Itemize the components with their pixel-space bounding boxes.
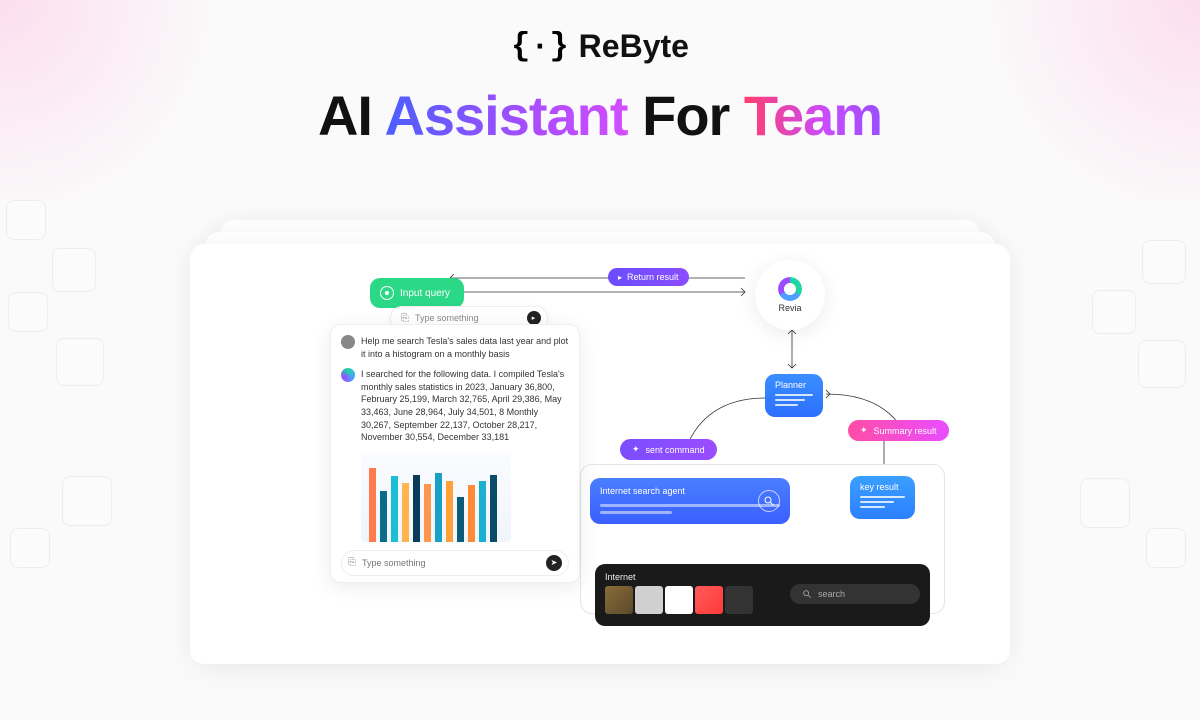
- revia-name: Revia: [778, 303, 801, 313]
- key-result-label: key result: [860, 482, 899, 492]
- brand-logo-icon: {·}: [511, 28, 569, 65]
- brand-name: ReByte: [579, 28, 689, 65]
- chat-assistant-text: I searched for the following data. I com…: [361, 368, 569, 444]
- summary-result-chip[interactable]: Summary result: [848, 420, 949, 441]
- send-arrow-icon[interactable]: ▸: [527, 311, 541, 325]
- headline-word-4: Team: [744, 84, 882, 147]
- bg-square: [1142, 240, 1186, 284]
- type-something-label: Type something: [415, 313, 479, 323]
- internet-search-input[interactable]: search: [790, 584, 920, 604]
- key-result-chip[interactable]: key result: [850, 476, 915, 519]
- chat-user-text: Help me search Tesla's sales data last y…: [361, 335, 569, 360]
- headline-word-1: AI: [318, 84, 372, 147]
- return-result-chip[interactable]: Return result: [608, 268, 689, 286]
- planner-chip[interactable]: Planner: [765, 374, 823, 417]
- input-query-label: Input query: [400, 288, 450, 299]
- headline-word-3: For: [642, 84, 729, 147]
- bg-square: [1138, 340, 1186, 388]
- planner-label: Planner: [775, 380, 806, 390]
- chat-message-assistant: I searched for the following data. I com…: [341, 368, 569, 444]
- result-thumb[interactable]: [635, 586, 663, 614]
- canvas-front-card: Input query ⎘ Type something ▸ Return re…: [190, 244, 1010, 664]
- sent-command-chip[interactable]: sent command: [620, 439, 717, 460]
- paperclip-icon[interactable]: ⎘: [348, 556, 356, 570]
- canvas-stack: Input query ⎘ Type something ▸ Return re…: [190, 220, 1010, 720]
- result-thumb[interactable]: [725, 586, 753, 614]
- chat-input-container[interactable]: ⎘ ➤: [341, 550, 569, 576]
- sent-command-label: sent command: [646, 445, 705, 455]
- chat-message-user: Help me search Tesla's sales data last y…: [341, 335, 569, 360]
- bg-square: [1092, 290, 1136, 334]
- revia-mark-icon: [778, 277, 802, 301]
- internet-thumbnails: [605, 586, 782, 614]
- search-icon: [802, 589, 812, 599]
- search-agent-card[interactable]: Internet search agent: [590, 478, 790, 524]
- user-circle-icon: [380, 286, 394, 300]
- internet-search-placeholder: search: [818, 589, 845, 599]
- headline-word-2: Assistant: [384, 84, 627, 147]
- bg-square: [1080, 478, 1130, 528]
- revia-logo: Revia: [755, 260, 825, 330]
- paperclip-icon: ⎘: [401, 313, 409, 324]
- bg-square: [62, 476, 112, 526]
- lines-icon: [775, 394, 813, 406]
- arrow-line: [450, 272, 750, 302]
- return-result-label: Return result: [627, 272, 679, 282]
- result-thumb[interactable]: [665, 586, 693, 614]
- result-thumb[interactable]: [695, 586, 723, 614]
- revia-avatar-icon: [341, 368, 355, 382]
- placeholder-line: [600, 511, 672, 514]
- bg-square: [8, 292, 48, 332]
- send-button[interactable]: ➤: [546, 555, 562, 571]
- lines-icon: [860, 496, 905, 508]
- internet-label: Internet: [605, 572, 782, 582]
- bg-square: [56, 338, 104, 386]
- arrow-line: [786, 330, 798, 372]
- internet-panel: Internet search: [595, 564, 930, 626]
- bg-square: [10, 528, 50, 568]
- chat-input[interactable]: [362, 558, 540, 568]
- input-query-chip[interactable]: Input query: [370, 278, 464, 308]
- summary-result-label: Summary result: [874, 426, 937, 436]
- histogram-chart: [361, 452, 511, 542]
- search-icon: [758, 490, 780, 512]
- chat-panel: Help me search Tesla's sales data last y…: [330, 324, 580, 583]
- bg-gradient-top-left: [0, 0, 250, 200]
- bg-square: [1146, 528, 1186, 568]
- user-avatar-icon: [341, 335, 355, 349]
- placeholder-line: [600, 504, 780, 507]
- search-agent-label: Internet search agent: [600, 486, 685, 496]
- bg-square: [52, 248, 96, 292]
- bg-gradient-top-right: [950, 0, 1200, 200]
- bg-square: [6, 200, 46, 240]
- result-thumb[interactable]: [605, 586, 633, 614]
